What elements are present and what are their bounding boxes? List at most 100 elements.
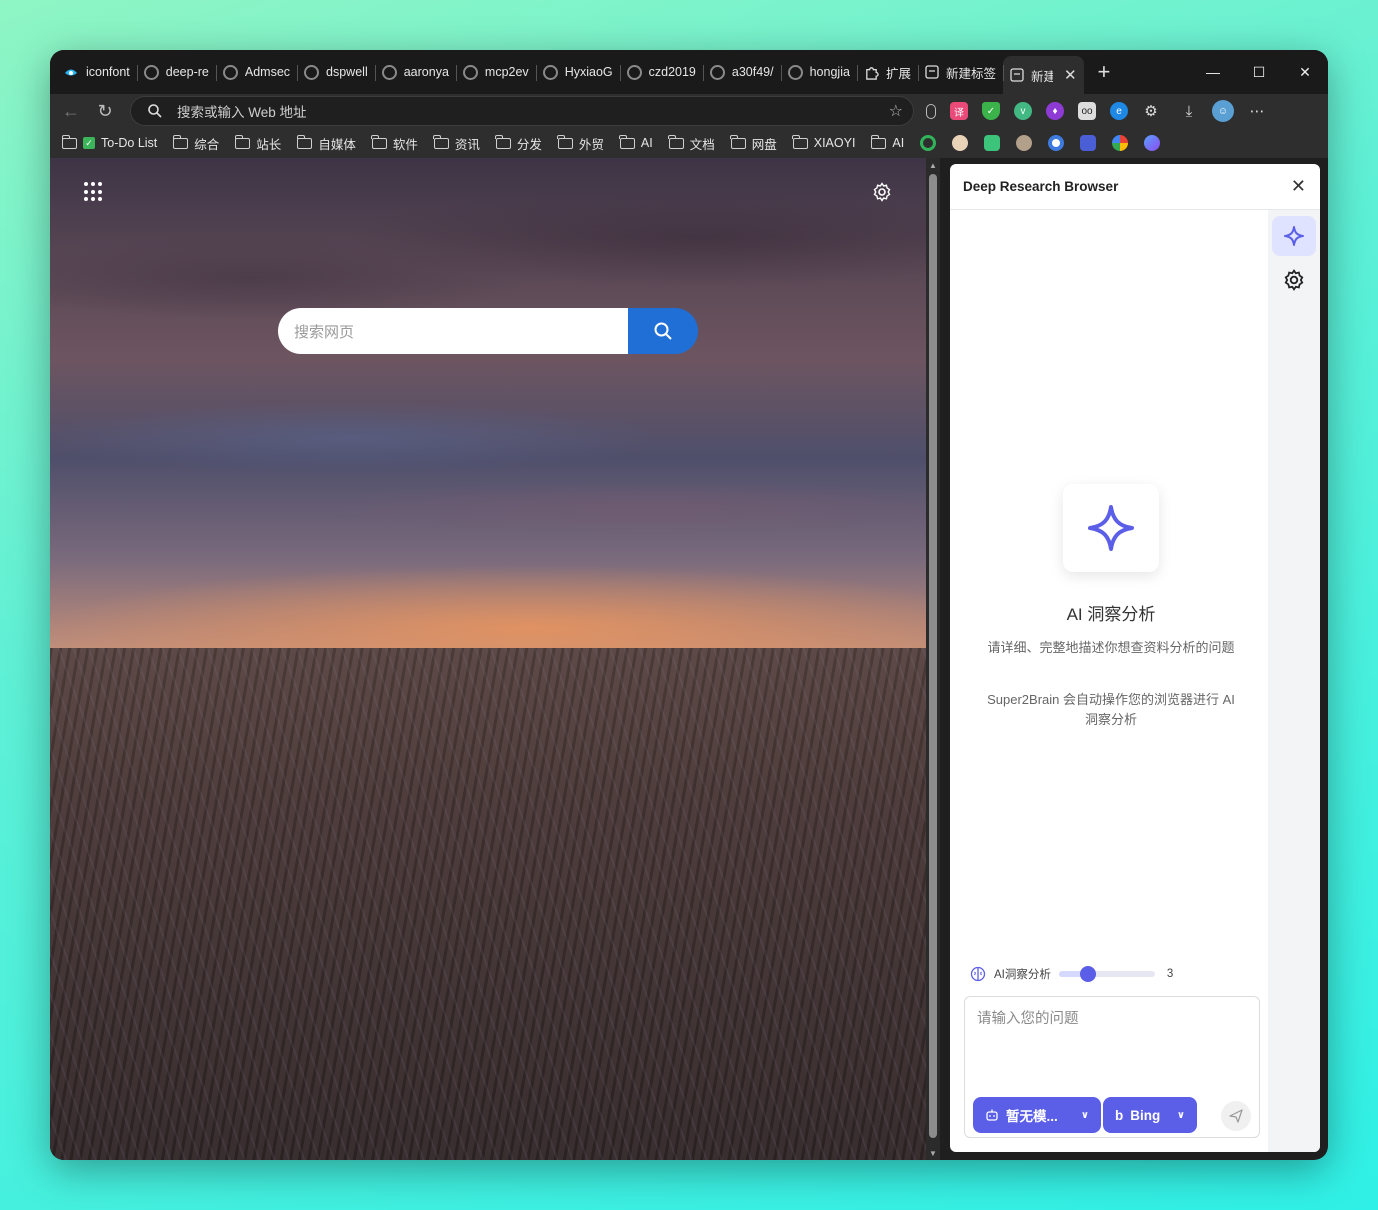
github-icon bbox=[381, 64, 397, 80]
bing-icon: b bbox=[1115, 1107, 1124, 1123]
background-wheat-field bbox=[50, 648, 926, 1160]
new-tab-button[interactable]: + bbox=[1084, 59, 1125, 85]
mouse-extension-icon[interactable] bbox=[926, 103, 936, 119]
more-menu-icon[interactable]: ⋯ bbox=[1248, 102, 1266, 120]
google-favicon-icon[interactable] bbox=[1112, 135, 1129, 151]
send-icon bbox=[1229, 1109, 1243, 1123]
tab-extensions[interactable]: 扩展 bbox=[856, 56, 918, 88]
web-search-button[interactable] bbox=[628, 308, 698, 354]
depth-value: 3 bbox=[1166, 968, 1174, 980]
model-select-button[interactable]: 暂无模... ∨ bbox=[973, 1097, 1101, 1133]
question-input-box[interactable]: 请输入您的问题 暂无模... ∨ b Bing ∨ bbox=[964, 996, 1260, 1138]
search-icon bbox=[148, 104, 162, 118]
edge-extension-icon[interactable]: e bbox=[1110, 102, 1128, 120]
green-favicon-icon[interactable] bbox=[984, 135, 1001, 151]
apps-grid-icon[interactable] bbox=[84, 182, 104, 202]
bookmark-folder[interactable]: 外贸 bbox=[557, 134, 604, 153]
address-bar[interactable]: 搜索或输入 Web 地址 ☆ bbox=[130, 96, 914, 126]
recycle-favicon-icon[interactable] bbox=[920, 135, 937, 151]
tab-newtab[interactable]: 新建标签 bbox=[917, 56, 1003, 88]
tab-label: deep-re bbox=[165, 65, 209, 79]
extension-icon bbox=[866, 66, 879, 80]
ai-insight-tab[interactable] bbox=[1272, 216, 1316, 256]
bookmark-label: 软件 bbox=[392, 137, 418, 152]
shield-extension-icon[interactable]: ✓ bbox=[982, 102, 1000, 120]
close-window-button[interactable]: ✕ bbox=[1282, 50, 1328, 94]
avatar[interactable]: ☺ bbox=[1212, 100, 1234, 122]
bookmark-todo[interactable]: ✓ To-Do List bbox=[61, 134, 158, 150]
tab-iconfont[interactable]: iconfont bbox=[56, 56, 137, 88]
bookmark-folder[interactable]: 文档 bbox=[668, 134, 715, 153]
tab-label: 新建标签 bbox=[945, 66, 996, 81]
settings-tab[interactable] bbox=[1272, 260, 1316, 300]
bookmark-folder[interactable]: 分发 bbox=[495, 134, 542, 153]
slider-knob[interactable] bbox=[1079, 966, 1096, 982]
tab-github[interactable]: dspwell bbox=[297, 56, 375, 88]
address-input[interactable]: 搜索或输入 Web 地址 bbox=[177, 101, 307, 121]
refresh-button[interactable]: ↻ bbox=[88, 101, 122, 122]
close-tab-icon[interactable]: ✕ bbox=[1064, 66, 1077, 84]
question-input[interactable]: 请输入您的问题 bbox=[977, 1007, 1079, 1028]
vue-extension-icon[interactable]: v bbox=[1014, 102, 1032, 120]
scrollbar-thumb[interactable] bbox=[929, 174, 937, 1138]
download-icon[interactable]: ⤓ bbox=[1180, 102, 1198, 120]
bookmark-folder[interactable]: AI bbox=[619, 134, 653, 150]
close-panel-icon[interactable]: ✕ bbox=[1291, 176, 1306, 197]
ai-insight-title: AI 洞察分析 bbox=[1066, 605, 1156, 624]
tab-github[interactable]: mcp2ev bbox=[455, 56, 536, 88]
bookmark-folder[interactable]: 自媒体 bbox=[296, 134, 356, 153]
page-scrollbar[interactable]: ▲ ▼ bbox=[926, 158, 940, 1160]
settings-gear-icon bbox=[1284, 269, 1304, 291]
checkbox-icon: ✓ bbox=[83, 137, 95, 149]
maximize-button[interactable]: ☐ bbox=[1236, 50, 1282, 94]
face-favicon-icon[interactable] bbox=[1016, 135, 1033, 151]
depth-slider[interactable] bbox=[1058, 966, 1155, 982]
back-button[interactable]: ← bbox=[54, 101, 88, 122]
bookmark-label: To-Do List bbox=[101, 136, 158, 150]
web-search-input[interactable]: 搜索网页 bbox=[278, 308, 628, 354]
tab-active-newtab[interactable]: 新建 ✕ bbox=[1002, 56, 1084, 94]
tab-github[interactable]: hongjia bbox=[780, 56, 857, 88]
bookmark-folder[interactable]: XIAOYI bbox=[792, 134, 855, 150]
favorite-star-icon[interactable]: ☆ bbox=[889, 101, 903, 121]
c-favicon-icon[interactable] bbox=[1144, 135, 1161, 151]
bookmark-folder[interactable]: 软件 bbox=[371, 134, 418, 153]
folder-icon bbox=[557, 134, 573, 149]
avatar-favicon-icon[interactable] bbox=[952, 135, 969, 151]
bookmark-folder[interactable]: AI bbox=[870, 134, 904, 150]
tab-github[interactable]: Admsec bbox=[215, 56, 297, 88]
tab-label: hongjia bbox=[809, 65, 850, 79]
scroll-up-arrow-icon[interactable]: ▲ bbox=[929, 161, 937, 170]
tab-label: 新建 bbox=[1030, 69, 1053, 84]
browser-toolbar: ← ↻ 搜索或输入 Web 地址 ☆ 译 ✓ v ♦ oo e ⚙ ⤓ ☺ ⋯ bbox=[50, 94, 1328, 128]
blue-circle-favicon-icon[interactable] bbox=[1048, 135, 1065, 151]
bird-favicon-icon[interactable] bbox=[1080, 135, 1097, 151]
settings-gear-icon[interactable] bbox=[872, 182, 892, 202]
scroll-down-arrow-icon[interactable]: ▼ bbox=[929, 1149, 937, 1158]
bookmark-folder[interactable]: 综合 bbox=[172, 134, 219, 153]
search-engine-select-button[interactable]: b Bing ∨ bbox=[1103, 1097, 1197, 1133]
bookmark-label: 文档 bbox=[689, 137, 715, 152]
bookmarks-bar: ✓ To-Do List 综合 站长 自媒体 软件 资讯 分发 外贸 AI 文档 … bbox=[50, 128, 1328, 158]
folder-icon bbox=[371, 134, 387, 149]
tab-label: a30f49/ bbox=[731, 65, 774, 79]
bookmark-label: 网盘 bbox=[751, 137, 777, 152]
robot-extension-icon[interactable]: oo bbox=[1078, 102, 1096, 120]
tab-github[interactable]: deep-re bbox=[136, 56, 216, 88]
tab-github[interactable]: HyxiaoG bbox=[535, 56, 620, 88]
purple-extension-icon[interactable]: ♦ bbox=[1046, 102, 1064, 120]
tab-github[interactable]: a30f49/ bbox=[702, 56, 781, 88]
bookmark-folder[interactable]: 资讯 bbox=[433, 134, 480, 153]
extensions-icon[interactable]: ⚙ bbox=[1142, 102, 1160, 120]
bookmark-folder[interactable]: 网盘 bbox=[730, 134, 777, 153]
bookmark-folder[interactable]: 站长 bbox=[234, 134, 281, 153]
tab-github[interactable]: czd2019 bbox=[619, 56, 703, 88]
panel-title: Deep Research Browser bbox=[963, 179, 1119, 194]
tab-github[interactable]: aaronya bbox=[374, 56, 456, 88]
bookmark-label: 外贸 bbox=[578, 137, 604, 152]
deep-research-side-panel: Deep Research Browser ✕ AI 洞察分析 请详细、完整地描… bbox=[950, 164, 1320, 1152]
translate-extension-icon[interactable]: 译 bbox=[950, 102, 968, 120]
sparkle-icon bbox=[1088, 505, 1134, 551]
minimize-button[interactable]: — bbox=[1190, 50, 1236, 94]
send-button[interactable] bbox=[1221, 1101, 1251, 1131]
